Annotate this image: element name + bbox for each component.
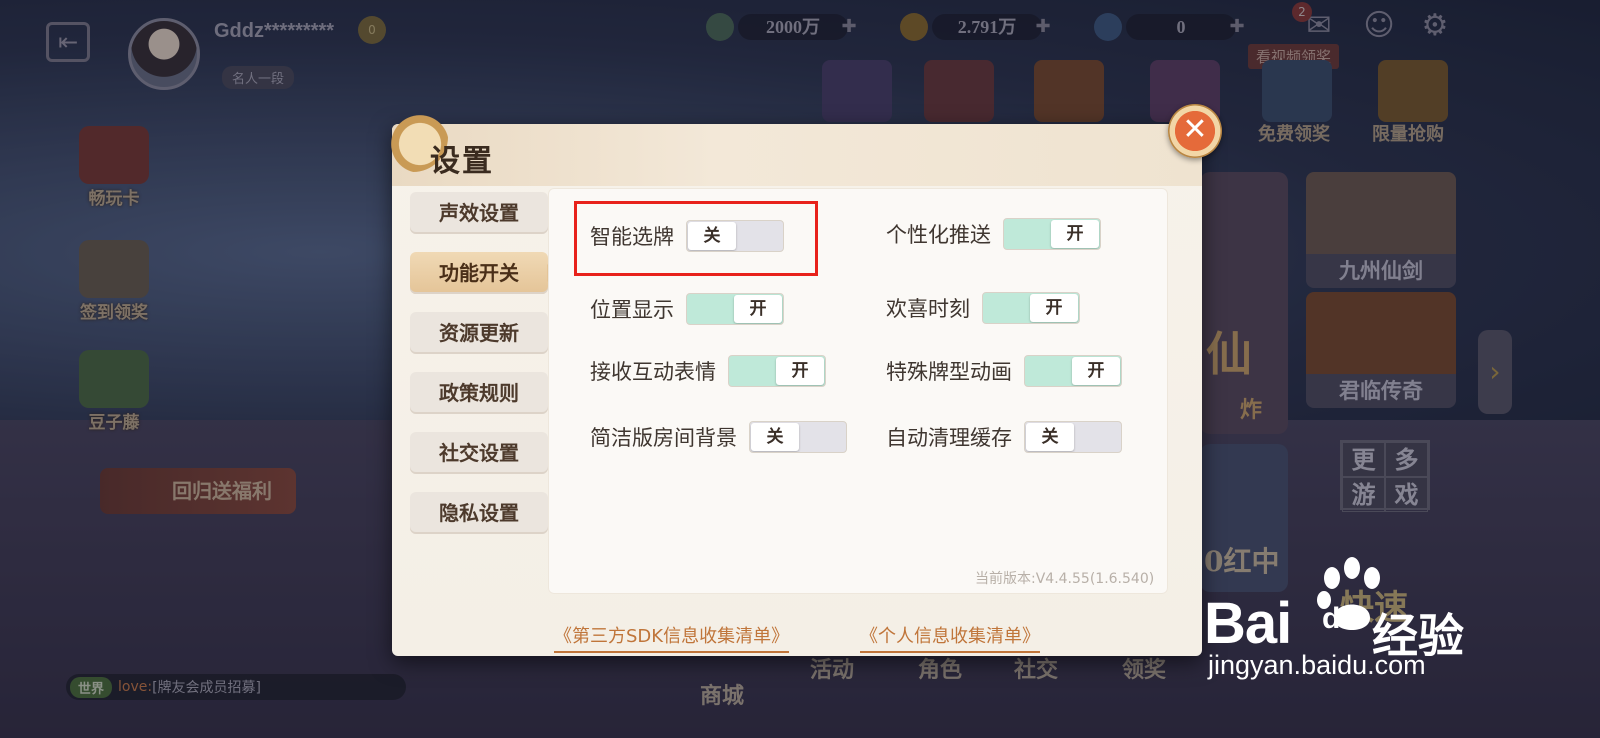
watermark-brand: Bai bbox=[1204, 590, 1292, 657]
setting-label: 特殊牌型动画 bbox=[886, 360, 1012, 384]
setting-label: 欢喜时刻 bbox=[886, 297, 970, 321]
special-animation-toggle[interactable]: 开 bbox=[1024, 355, 1122, 387]
location-display-toggle[interactable]: 开 bbox=[686, 293, 784, 325]
toggle-knob: 开 bbox=[1072, 357, 1120, 385]
setting-label: 自动清理缓存 bbox=[886, 426, 1012, 450]
setting-label: 位置显示 bbox=[590, 298, 674, 322]
tab-privacy-settings[interactable]: 隐私设置 bbox=[410, 492, 548, 534]
baidu-jingyan-watermark: Bai du 经验 jingyan.baidu.com bbox=[1204, 556, 1504, 696]
setting-location-display: 位置显示 开 bbox=[590, 293, 784, 325]
auto-clear-cache-toggle[interactable]: 关 bbox=[1024, 421, 1122, 453]
setting-special-animation: 特殊牌型动画 开 bbox=[886, 355, 1122, 387]
tab-policy-rules[interactable]: 政策规则 bbox=[410, 372, 548, 414]
version-text: 当前版本:V4.4.55(1.6.540) bbox=[975, 571, 1155, 587]
watermark-brand-bai: Bai bbox=[1204, 591, 1292, 656]
setting-label: 接收互动表情 bbox=[590, 360, 716, 384]
setting-receive-emotes: 接收互动表情 开 bbox=[590, 355, 826, 387]
toggle-knob: 开 bbox=[1030, 294, 1078, 322]
tab-social-settings[interactable]: 社交设置 bbox=[410, 432, 548, 474]
close-icon: ✕ bbox=[1182, 112, 1208, 147]
personal-push-toggle[interactable]: 开 bbox=[1003, 218, 1101, 250]
setting-auto-clear-cache: 自动清理缓存 关 bbox=[886, 421, 1122, 453]
tab-feature-switches[interactable]: 功能开关 bbox=[410, 252, 557, 294]
toggle-knob: 开 bbox=[776, 357, 824, 385]
setting-label: 个性化推送 bbox=[886, 223, 991, 247]
setting-happy-moment: 欢喜时刻 开 bbox=[886, 292, 1080, 324]
close-button[interactable]: ✕ bbox=[1168, 104, 1222, 158]
setting-label: 简洁版房间背景 bbox=[590, 426, 737, 450]
watermark-brand-du: du bbox=[1322, 602, 1359, 635]
toggle-knob: 关 bbox=[751, 423, 799, 451]
setting-personal-push: 个性化推送 开 bbox=[886, 218, 1101, 250]
personal-info-list-link[interactable]: 《个人信息收集清单》 bbox=[860, 622, 1040, 653]
highlight-annotation bbox=[574, 201, 818, 276]
settings-tab-list: 声效设置 功能开关 资源更新 政策规则 社交设置 隐私设置 bbox=[410, 192, 557, 552]
toggle-knob: 开 bbox=[734, 295, 782, 323]
simple-background-toggle[interactable]: 关 bbox=[749, 421, 847, 453]
dialog-header: 设置 bbox=[378, 102, 1202, 186]
tab-sound-settings[interactable]: 声效设置 bbox=[410, 192, 548, 234]
sdk-info-list-link[interactable]: 《第三方SDK信息收集清单》 bbox=[554, 622, 790, 653]
watermark-url: jingyan.baidu.com bbox=[1208, 650, 1426, 680]
happy-moment-toggle[interactable]: 开 bbox=[982, 292, 1080, 324]
tab-resource-update[interactable]: 资源更新 bbox=[410, 312, 548, 354]
dialog-title: 设置 bbox=[430, 144, 494, 179]
receive-emotes-toggle[interactable]: 开 bbox=[728, 355, 826, 387]
setting-simple-background: 简洁版房间背景 关 bbox=[590, 421, 847, 453]
toggle-knob: 关 bbox=[1026, 423, 1074, 451]
toggle-knob: 开 bbox=[1051, 220, 1099, 248]
